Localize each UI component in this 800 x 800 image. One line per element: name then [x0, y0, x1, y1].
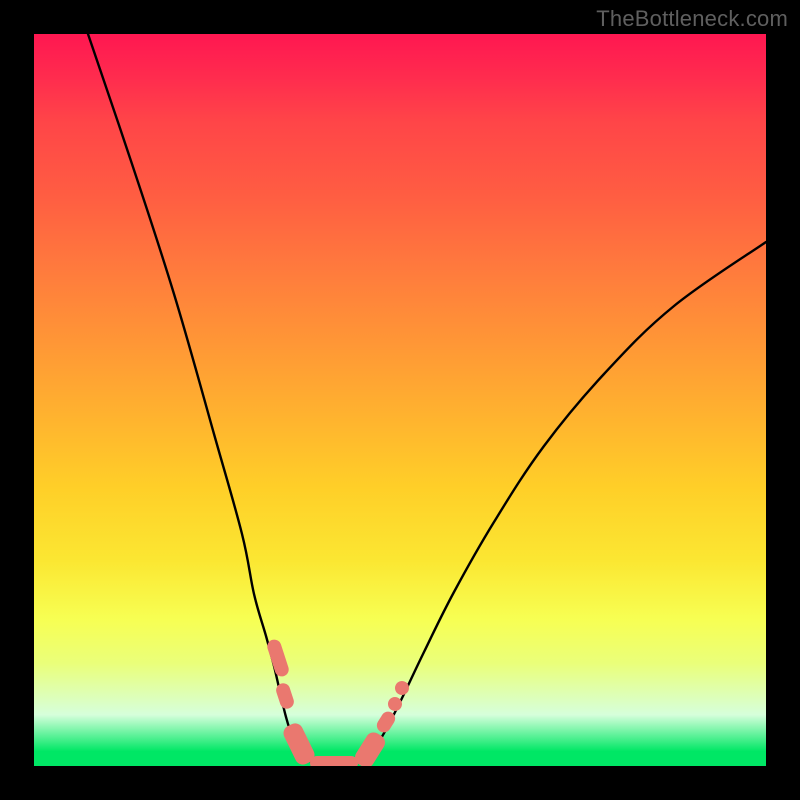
bottleneck-curve [34, 34, 766, 766]
curve-marker [310, 756, 358, 766]
chart-frame: TheBottleneck.com [0, 0, 800, 800]
gradient-plot-area [34, 34, 766, 766]
watermark-text: TheBottleneck.com [596, 6, 788, 32]
